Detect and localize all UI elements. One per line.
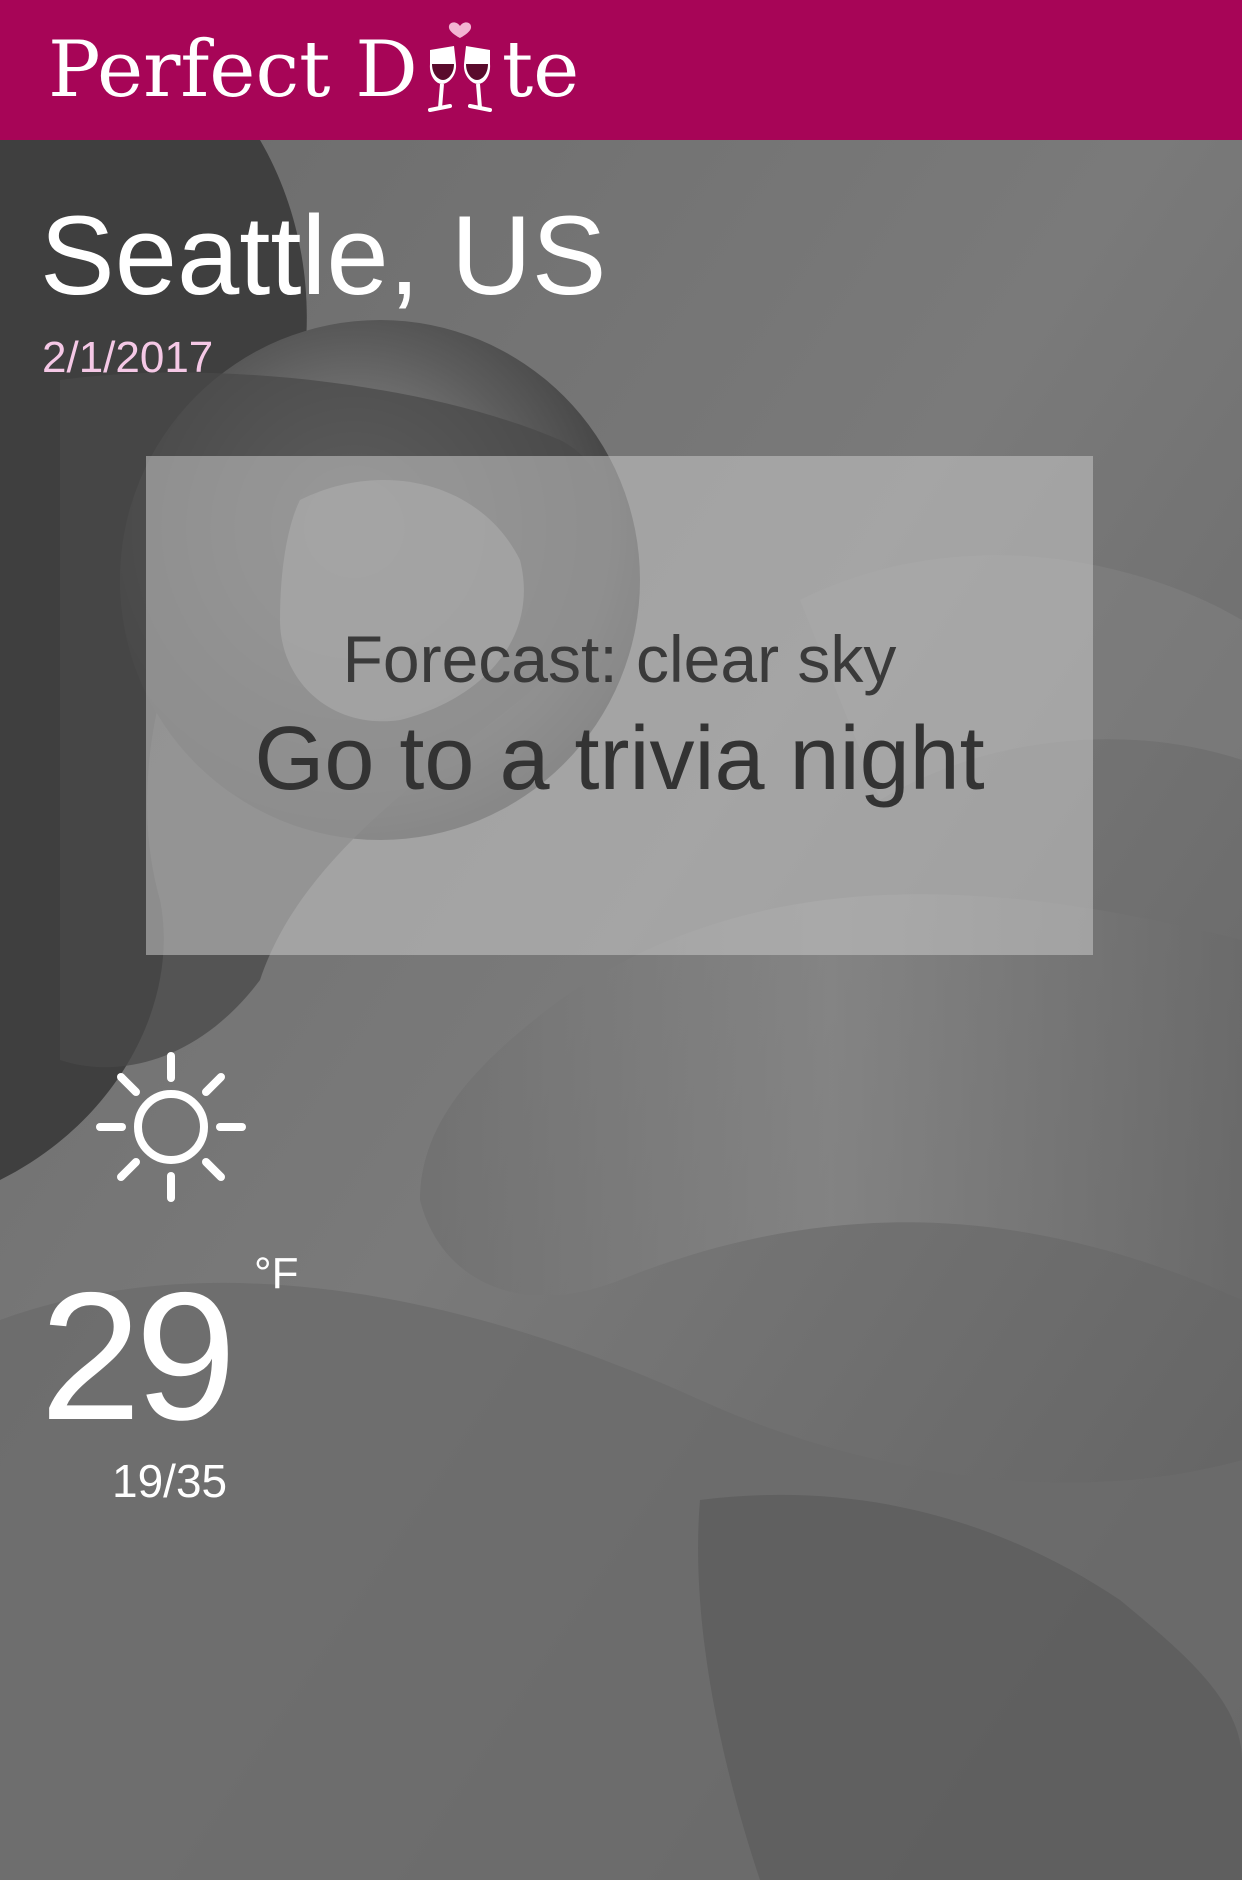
current-temperature: 29 — [40, 1254, 236, 1458]
logo-text-right: te — [501, 25, 580, 115]
date-suggestion: Go to a trivia night — [254, 709, 985, 809]
forecast-label: Forecast: clear sky — [342, 622, 897, 696]
wine-glasses-heart-icon — [427, 22, 492, 112]
logo-text-left: Perfect D — [48, 25, 418, 115]
app-logo[interactable]: Perfect D te — [48, 20, 579, 120]
temperature-range: 19/35 — [112, 1455, 228, 1507]
city-name: Seattle, US — [40, 193, 607, 318]
app-header: Perfect D te — [0, 0, 1242, 140]
suggestion-card: Forecast: clear sky Go to a trivia night — [146, 456, 1093, 955]
forecast-date: 2/1/2017 — [42, 333, 214, 382]
sun-icon — [96, 1052, 246, 1202]
temperature-unit: °F — [254, 1249, 299, 1298]
app-screen: Perfect D te Seattle, US 2/1/2017 Foreca… — [0, 0, 1242, 1880]
